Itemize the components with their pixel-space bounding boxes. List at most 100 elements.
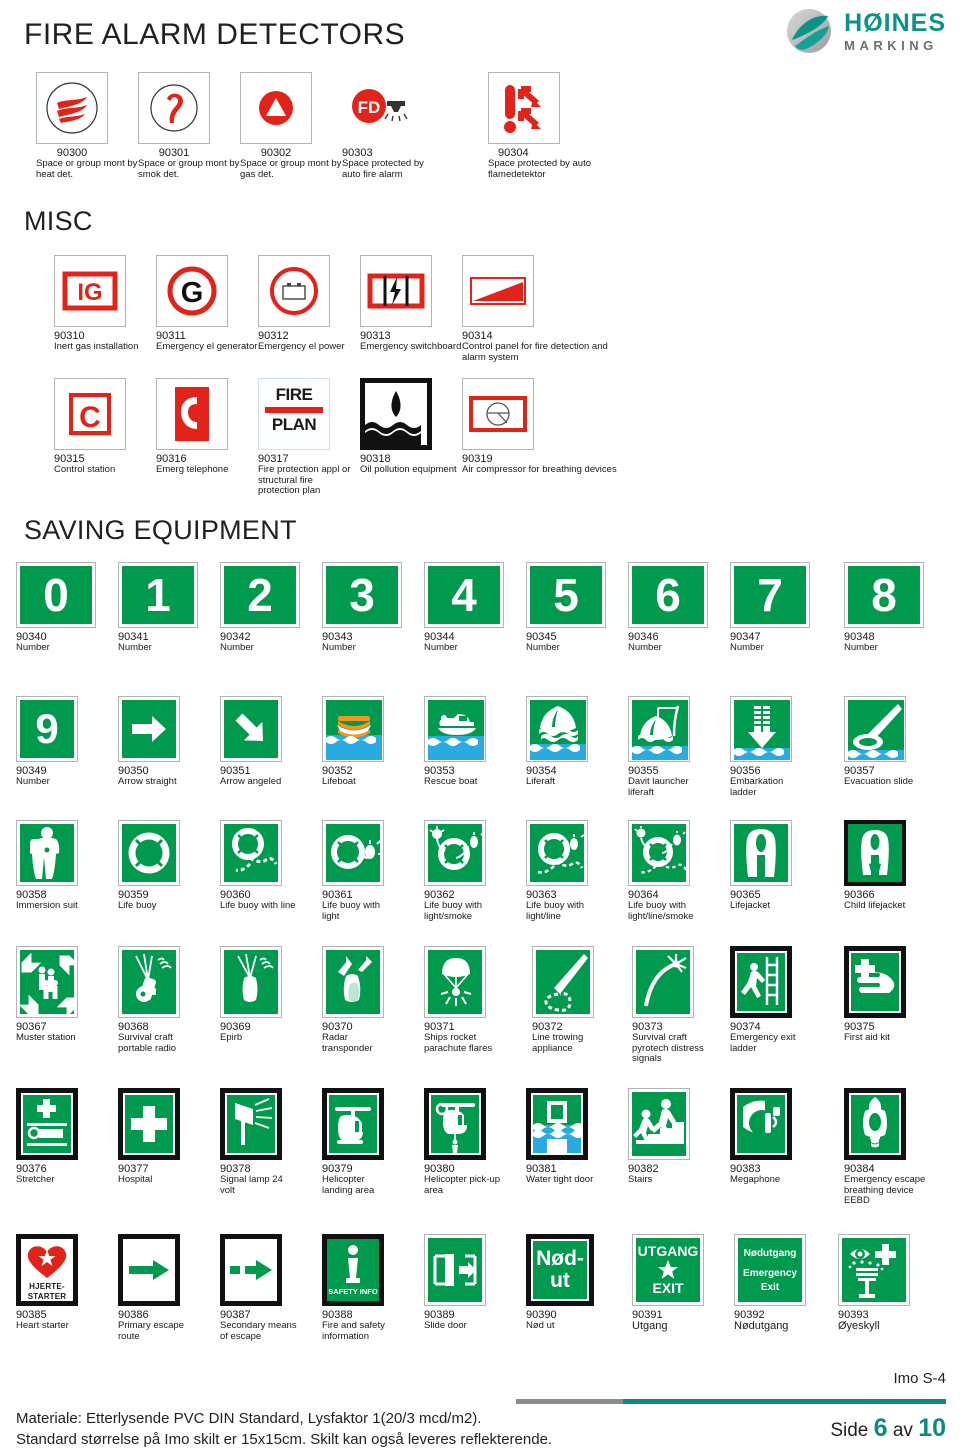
number-3-icon: 3 (322, 562, 402, 628)
sign-item-90310[interactable]: IG 90310 Inert gas installation (54, 255, 156, 363)
sign-item-90340[interactable]: 0 90340 Number (16, 562, 118, 654)
sign-item-90363[interactable]: 90363 Life buoy with light/line (526, 820, 628, 922)
sign-item-90353[interactable]: 90353 Rescue boat (424, 696, 526, 798)
sign-item-90319[interactable]: 90319 Air compressor for breathing devic… (462, 378, 632, 497)
sign-item-90344[interactable]: 4 90344 Number (424, 562, 526, 654)
sign-desc: Liferaft (526, 776, 556, 787)
switchboard-icon (360, 255, 432, 327)
sign-desc: Arrow straight (118, 776, 177, 787)
sign-item-90389[interactable]: 90389 Slide door (424, 1234, 526, 1342)
sign-item-90357[interactable]: 90357 Evacuation slide (832, 696, 934, 798)
caption: 90341 Number (118, 631, 220, 654)
sign-item-90313[interactable]: 90313 Emergency switchboard (360, 255, 462, 363)
sign-item-90376[interactable]: 90376 Stretcher (16, 1088, 118, 1207)
sign-item-90373[interactable]: 90373 Survival craft pyrotech distress s… (628, 946, 730, 1065)
sign-item-90364[interactable]: 90364 Life buoy with light/line/smoke (628, 820, 730, 922)
sign-item-90302[interactable]: 90302 Space or group mont by gas det. (240, 72, 342, 180)
sign-item-90352[interactable]: 90352 Lifeboat (322, 696, 424, 798)
sign-item-90361[interactable]: 90361 Life buoy with light (322, 820, 424, 922)
sign-item-90311[interactable]: G 90311 Emergency el generator (156, 255, 258, 363)
caption: 90363 Life buoy with light/line (526, 889, 628, 922)
sign-item-90317[interactable]: FIRE PLAN 90317 Fire protection appl or … (258, 378, 360, 497)
sign-item-90386[interactable]: 90386 Primary escape route (118, 1234, 220, 1342)
sign-item-90348[interactable]: 8 90348 Number (832, 562, 934, 654)
sign-item-90393[interactable]: 90393 Øyeskyll (832, 1234, 934, 1342)
material-note: Materiale: Etterlysende PVC DIN Standard… (16, 1408, 552, 1450)
sign-item-90388[interactable]: SAFETY INFO 90388 Fire and safety inform… (322, 1234, 424, 1342)
sign-item-90300[interactable]: 90300 Space or group mont by heat det. (36, 72, 138, 180)
sign-item-90381[interactable]: 90381 Water tight door (526, 1088, 628, 1207)
sign-item-90366[interactable]: 90366 Child lifejacket (832, 820, 934, 922)
sign-item-90390[interactable]: Nød- ut 90390 Nød ut (526, 1234, 628, 1342)
sign-item-90385[interactable]: HJERTE- STARTER 90385 Heart starter (16, 1234, 118, 1342)
sign-item-90387[interactable]: 90387 Secondary means of escape (220, 1234, 322, 1342)
caption: 90347 Number (730, 631, 832, 654)
caption: 90388 Fire and safety information (322, 1309, 424, 1342)
caption: 90384 Emergency escape breathing device … (844, 1163, 934, 1207)
sign-item-90384[interactable]: 90384 Emergency escape breathing device … (832, 1088, 934, 1207)
sign-item-90316[interactable]: 90316 Emerg telephone (156, 378, 258, 497)
sign-item-90382[interactable]: 90382 Stairs (628, 1088, 730, 1207)
sign-item-90314[interactable]: 90314 Control panel for fire detection a… (462, 255, 632, 363)
sign-item-90342[interactable]: 2 90342 Number (220, 562, 322, 654)
nodutgang-line3: Exit (760, 1282, 780, 1293)
sign-desc: Emergency escape breathing device EEBD (844, 1174, 926, 1206)
sign-item-90383[interactable]: 90383 Megaphone (730, 1088, 832, 1207)
sign-item-90301[interactable]: 90301 Space or group mont by smok det. (138, 72, 240, 180)
sign-item-90360[interactable]: 90360 Life buoy with line (220, 820, 322, 922)
caption: 90361 Life buoy with light (322, 889, 424, 922)
sign-desc: Embarkation ladder (730, 776, 784, 798)
sign-desc: Fire protection appl or structural fire … (258, 464, 351, 496)
sign-item-90347[interactable]: 7 90347 Number (730, 562, 832, 654)
sign-item-90368[interactable]: 90368 Survival craft portable radio (118, 946, 220, 1065)
sign-item-90341[interactable]: 1 90341 Number (118, 562, 220, 654)
sign-item-90365[interactable]: 90365 Lifejacket (730, 820, 832, 922)
secondary-escape-icon (220, 1234, 282, 1306)
sign-item-90377[interactable]: 90377 Hospital (118, 1088, 220, 1207)
sign-item-90303[interactable]: FD 90303 Space protected by auto fire al… (342, 72, 444, 180)
number-glyph: 2 (224, 566, 296, 624)
sign-item-90375[interactable]: 90375 First aid kit (832, 946, 934, 1065)
sign-item-90369[interactable]: 90369 Epirb (220, 946, 322, 1065)
sign-item-90315[interactable]: C 90315 Control station (54, 378, 156, 497)
number-2-icon: 2 (220, 562, 300, 628)
sign-desc: Immersion suit (16, 900, 78, 911)
sign-item-90345[interactable]: 5 90345 Number (526, 562, 628, 654)
sign-item-90351[interactable]: 90351 Arrow angeled (220, 696, 322, 798)
sign-item-90343[interactable]: 3 90343 Number (322, 562, 424, 654)
sign-item-90349[interactable]: 9 90349 Number (16, 696, 118, 798)
sign-item-90362[interactable]: 90362 Life buoy with light/smoke (424, 820, 526, 922)
sign-item-90304[interactable]: 90304 Space protected by auto flamedetek… (488, 72, 608, 180)
sign-item-90350[interactable]: 90350 Arrow straight (118, 696, 220, 798)
numbers-row: 0 90340 Number 1 90341 Number 2 90342 Nu… (16, 562, 934, 654)
sign-desc: Number (220, 642, 254, 653)
sign-item-90356[interactable]: 90356 Embarkation ladder (730, 696, 832, 798)
sign-item-90371[interactable]: 90371 Ships rocket parachute flares (424, 946, 526, 1065)
sign-item-90370[interactable]: 90370 Radar transponder (322, 946, 424, 1065)
sign-item-90391[interactable]: UTGANG EXIT 90391 Utgang (628, 1234, 730, 1342)
sign-item-90367[interactable]: 90367 Muster station (16, 946, 118, 1065)
sign-item-90318[interactable]: 90318 Oil pollution equipment (360, 378, 462, 497)
sign-desc: Davit launcher liferaft (628, 776, 689, 798)
fire-plan-line2: PLAN (271, 415, 317, 434)
sign-item-90359[interactable]: 90359 Life buoy (118, 820, 220, 922)
life-buoy-light-line-smoke-icon (628, 820, 690, 886)
embarkation-ladder-icon (730, 696, 792, 762)
sign-item-90354[interactable]: 90354 Liferaft (526, 696, 628, 798)
caption: 90315 Control station (54, 453, 156, 476)
emergency-exit-ladder-icon (730, 946, 792, 1018)
sign-item-90355[interactable]: 90355 Davit launcher liferaft (628, 696, 730, 798)
caption: 90391 Utgang (632, 1309, 730, 1332)
sign-item-90312[interactable]: 90312 Emergency el power (258, 255, 360, 363)
sign-item-90379[interactable]: 90379 Helicopter landing area (322, 1088, 424, 1207)
page-title: FIRE ALARM DETECTORS (24, 18, 405, 52)
sign-item-90346[interactable]: 6 90346 Number (628, 562, 730, 654)
sign-item-90380[interactable]: 90380 Helicopter pick-up area (424, 1088, 526, 1207)
sign-item-90374[interactable]: 90374 Emergency exit ladder (730, 946, 832, 1065)
sign-item-90358[interactable]: 90358 Immersion suit (16, 820, 118, 922)
sign-item-90378[interactable]: 90378 Signal lamp 24 volt (220, 1088, 322, 1207)
sign-desc: Control station (54, 464, 116, 475)
sign-item-90372[interactable]: 90372 Line trowing appliance (526, 946, 628, 1065)
sign-item-90392[interactable]: Nødutgang Emergency Exit 90392 Nødutgang (730, 1234, 832, 1342)
sign-desc: Lifeboat (322, 776, 356, 787)
